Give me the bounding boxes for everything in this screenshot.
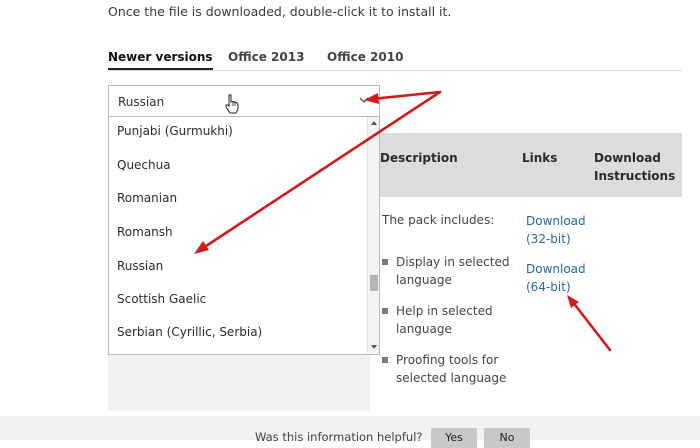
list-item: Help in selected language: [382, 302, 512, 338]
language-option-quechua[interactable]: Quechua: [117, 158, 171, 172]
feedback-no-button[interactable]: No: [484, 428, 530, 448]
header-description: Description: [380, 151, 458, 165]
pack-includes-label: The pack includes:: [382, 213, 495, 227]
table-row: The pack includes: Display in selected l…: [370, 197, 682, 411]
feedback-question: Was this information helpful?: [255, 430, 423, 444]
download-64bit-link[interactable]: Download (64-bit): [526, 260, 596, 296]
install-instruction: Once the file is downloaded, double-clic…: [108, 4, 452, 19]
header-links: Links: [522, 151, 558, 165]
scrollbar-thumb[interactable]: [370, 275, 378, 291]
tab-office-2013[interactable]: Office 2013: [228, 50, 304, 68]
feedback-bar: Was this information helpful? Yes No: [0, 416, 700, 448]
chevron-down-icon[interactable]: [359, 96, 369, 104]
feedback-yes-button[interactable]: Yes: [431, 428, 477, 448]
download-32bit-link[interactable]: Download (32-bit): [526, 212, 596, 248]
tab-office-2010[interactable]: Office 2010: [327, 50, 403, 68]
language-option-serbian-cyrillic-serbia[interactable]: Serbian (Cyrillic, Serbia): [117, 325, 262, 339]
header-download-instructions: Download Instructions: [594, 151, 676, 183]
list-item: Display in selected language: [382, 253, 512, 289]
pack-contents-list: Display in selected language Help in sel…: [382, 253, 512, 400]
arrow-to-dropdown-chevron: [370, 90, 442, 101]
language-option-russian[interactable]: Russian: [117, 259, 163, 273]
list-item: Proofing tools for selected language: [382, 351, 512, 387]
language-dropdown-list[interactable]: Punjabi (Gurmukhi) Quechua Romanian Roma…: [108, 117, 380, 355]
tab-newer-versions[interactable]: Newer versions: [108, 50, 213, 70]
language-select[interactable]: Russian: [108, 85, 380, 117]
language-option-punjabi-gurmukhi[interactable]: Punjabi (Gurmukhi): [117, 124, 233, 138]
language-option-romanian[interactable]: Romanian: [117, 191, 177, 205]
scroll-down-icon[interactable]: [371, 345, 377, 349]
version-tabs: Newer versions Office 2013 Office 2010: [108, 50, 682, 71]
scroll-up-icon[interactable]: [371, 121, 377, 125]
language-option-scottish-gaelic[interactable]: Scottish Gaelic: [117, 292, 206, 306]
language-select-value: Russian: [118, 95, 165, 109]
language-option-romansh[interactable]: Romansh: [117, 225, 173, 239]
hand-cursor-icon: [225, 94, 239, 114]
dropdown-scrollbar[interactable]: [367, 117, 379, 353]
